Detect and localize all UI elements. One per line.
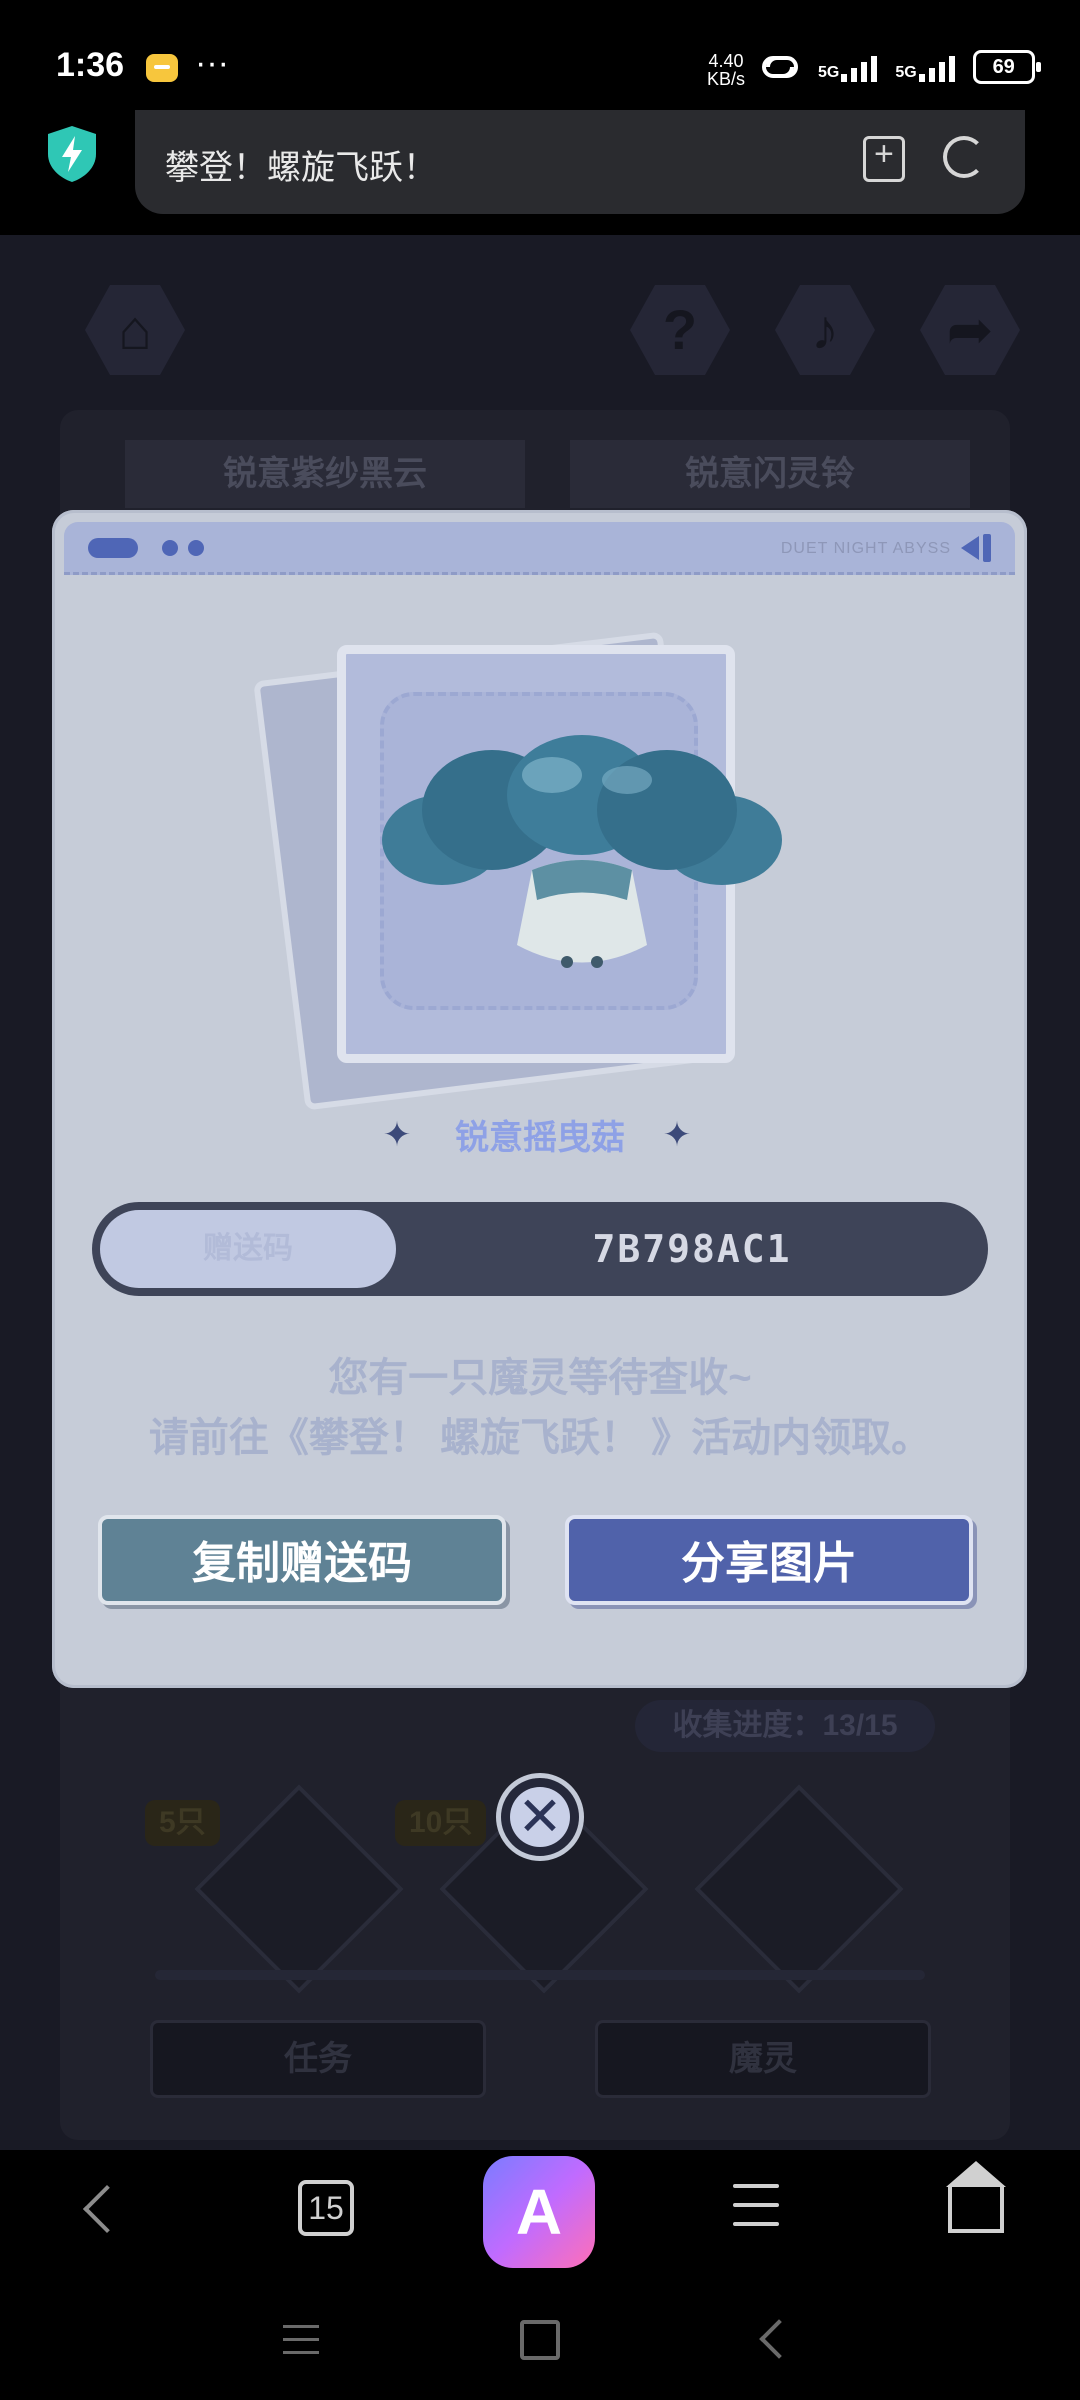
notice-line-1: 您有一只魔灵等待查收~: [328, 1356, 752, 1400]
menu-icon[interactable]: [733, 2184, 779, 2228]
address-bar[interactable]: 攀登！螺旋飞跃！: [135, 110, 1025, 214]
gift-code-dialog: DUET NIGHT ABYSS ✦ ✦: [52, 510, 1027, 1688]
copy-gift-code-button[interactable]: 复制赠送码: [98, 1515, 506, 1605]
browser-bottom-nav: 15 A: [0, 2150, 1080, 2275]
progress-track: [155, 1970, 925, 1980]
mushroom-creature-image: [382, 735, 782, 968]
system-home-icon[interactable]: [520, 2320, 560, 2360]
milestone-badge-2: 10只: [395, 1800, 487, 1846]
network-speed-unit: KB/s: [707, 69, 746, 89]
sim1-signal-icon: [841, 52, 878, 82]
system-navigation-bar: [0, 2275, 1080, 2400]
add-bookmark-icon[interactable]: [863, 135, 905, 182]
close-icon: ✕: [517, 1787, 563, 1847]
decor-dot: [188, 540, 204, 556]
sim1-label: 5G: [818, 64, 840, 81]
brand-text: DUET NIGHT ABYSS: [780, 540, 951, 557]
share-icon[interactable]: ➦: [920, 285, 1020, 375]
status-bar: 1:36 ··· 4.40 KB/s 5G 5G 69: [0, 0, 1080, 110]
dialog-title-bar: DUET NIGHT ABYSS: [64, 522, 1015, 575]
creature-name: 锐意摇曳菇: [455, 1119, 625, 1157]
network-speed-value: 4.40: [708, 51, 744, 71]
refresh-icon[interactable]: [943, 136, 985, 178]
gift-code-label: 赠送码: [100, 1210, 396, 1288]
task-button[interactable]: 任务: [150, 2020, 486, 2098]
home-nav-icon[interactable]: [946, 2161, 1006, 2233]
gift-code-value[interactable]: 7B798AC1: [412, 1202, 972, 1296]
system-back-icon[interactable]: [759, 2319, 799, 2359]
tabs-count-button[interactable]: 15: [298, 2180, 354, 2236]
collection-progress: 收集进度：13/15: [635, 1700, 935, 1752]
message-notification-icon: [146, 54, 178, 82]
decor-pill: [88, 538, 138, 558]
home-icon[interactable]: ⌂: [85, 285, 185, 375]
collapse-icon: [961, 532, 995, 564]
recent-apps-icon[interactable]: [283, 2325, 319, 2364]
sim2-label: 5G: [895, 64, 917, 81]
ai-assistant-button[interactable]: A: [483, 2156, 595, 2268]
tab-right[interactable]: 锐意闪灵铃: [570, 440, 970, 508]
decor-dot: [162, 540, 178, 556]
status-icons: 5G 5G 69: [760, 50, 1041, 84]
spirit-button[interactable]: 魔灵: [595, 2020, 931, 2098]
progress-value: 13/15: [822, 1709, 898, 1742]
security-shield-icon[interactable]: [44, 124, 100, 184]
progress-label: 收集进度：: [672, 1709, 823, 1742]
share-image-button[interactable]: 分享图片: [565, 1515, 973, 1605]
more-notifications-icon: ···: [195, 44, 229, 82]
gift-code-bar: 赠送码 7B798AC1: [92, 1202, 988, 1296]
close-dialog-button[interactable]: ✕: [496, 1773, 584, 1861]
hotspot-link-icon: [762, 56, 798, 78]
page-title: 攀登！螺旋飞跃！: [165, 149, 437, 187]
back-arrow-icon[interactable]: [82, 2184, 132, 2234]
network-speed: 4.40 KB/s: [707, 52, 745, 88]
music-icon[interactable]: ♪: [775, 285, 875, 375]
ai-logo-icon: A: [515, 2176, 563, 2248]
notice-line-2: 请前往《攀登！ 螺旋飞跃！ 》活动内领取。: [148, 1416, 932, 1460]
help-icon[interactable]: ?: [630, 285, 730, 375]
clock: 1:36: [56, 46, 125, 84]
browser-header: 攀登！螺旋飞跃！: [0, 110, 1080, 235]
tab-left[interactable]: 锐意紫纱黑云: [125, 440, 525, 508]
milestone-badge-1: 5只: [145, 1800, 220, 1846]
battery-icon: 69: [972, 50, 1041, 84]
sim2-signal-icon: [918, 52, 955, 82]
